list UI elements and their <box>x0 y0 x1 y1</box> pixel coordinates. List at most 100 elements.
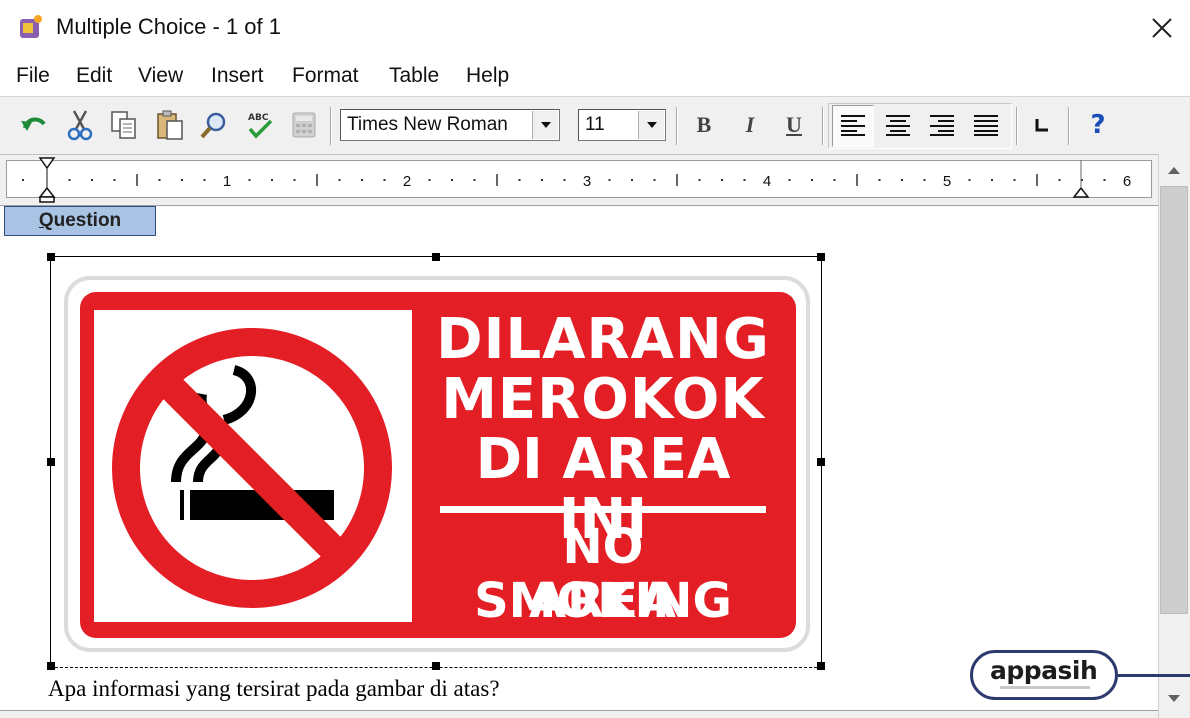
menu-bar: File Edit View Insert Format Table Help <box>0 58 1190 94</box>
app-icon <box>18 14 44 40</box>
menu-insert[interactable]: Insert <box>211 64 264 88</box>
question-tab-label: uestion <box>53 210 122 231</box>
question-text[interactable]: Apa informasi yang tersirat pada gambar … <box>48 676 500 702</box>
ruler-ticks: 1 2 3 4 5 6 <box>22 157 1131 203</box>
align-left-button[interactable] <box>835 107 871 143</box>
menu-help[interactable]: Help <box>466 64 509 88</box>
left-indent-marker[interactable] <box>39 196 55 203</box>
chevron-up-icon <box>1168 166 1180 174</box>
align-center-button[interactable] <box>880 107 916 143</box>
resize-handle[interactable] <box>47 458 55 466</box>
question-tab-accesskey: Q <box>38 210 54 231</box>
underline-label: U <box>786 112 802 137</box>
menu-edit[interactable]: Edit <box>76 64 112 88</box>
close-icon <box>1152 18 1172 38</box>
toolbar: ABC Times New Roman 11 B I U ? <box>0 96 1190 154</box>
ruler-tick <box>968 179 971 181</box>
bold-label: B <box>696 112 712 137</box>
italic-label: I <box>745 112 755 137</box>
italic-button[interactable]: I <box>732 107 768 143</box>
ruler-tick <box>631 179 633 181</box>
sign-divider <box>440 506 766 513</box>
menu-view[interactable]: View <box>138 64 183 88</box>
align-right-icon <box>930 115 954 136</box>
undo-icon <box>21 117 46 131</box>
ruler-tick <box>473 179 476 181</box>
watermark-logo: appasih <box>990 656 1098 685</box>
align-justify-icon <box>974 115 998 136</box>
chevron-down-icon <box>540 122 551 128</box>
title-bar: Multiple Choice - 1 of 1 <box>0 0 1190 56</box>
ruler-number: 5 <box>943 173 951 190</box>
align-right-button[interactable] <box>924 107 960 143</box>
chevron-down-icon <box>646 122 657 128</box>
watermark-tagline <box>1000 686 1090 689</box>
ruler-number: 1 <box>223 173 231 190</box>
hanging-indent-marker[interactable] <box>38 186 56 198</box>
tab-stop-button[interactable] <box>1024 107 1060 143</box>
ruler-tick <box>113 179 116 181</box>
resize-handle[interactable] <box>47 662 55 670</box>
font-name-select[interactable]: Times New Roman <box>340 109 560 141</box>
font-size-dropdown[interactable] <box>638 111 664 139</box>
paste-button[interactable] <box>152 107 188 143</box>
bold-button[interactable]: B <box>686 107 722 143</box>
bottom-edge <box>0 710 1158 718</box>
cut-button[interactable] <box>62 107 98 143</box>
scroll-thumb[interactable] <box>1160 186 1188 614</box>
no-smoking-icon <box>112 328 392 608</box>
ruler-tick <box>518 179 521 181</box>
ruler-tick <box>428 179 431 181</box>
copy-button[interactable] <box>106 107 142 143</box>
ruler-tick <box>1103 179 1106 181</box>
align-left-icon <box>841 115 865 136</box>
ruler-number: 2 <box>403 173 411 190</box>
resize-handle[interactable] <box>817 662 825 670</box>
ruler-tick <box>901 179 903 181</box>
ruler-tick <box>338 179 341 181</box>
resize-handle[interactable] <box>432 662 440 670</box>
close-button[interactable] <box>1140 10 1184 46</box>
resize-handle[interactable] <box>817 458 825 466</box>
ruler-tick <box>923 179 926 181</box>
right-indent-marker[interactable] <box>1072 186 1090 198</box>
help-button[interactable]: ? <box>1080 107 1116 143</box>
toolbar-separator <box>1016 107 1018 145</box>
font-size-select[interactable]: 11 <box>578 109 666 141</box>
copy-icon <box>111 111 136 139</box>
ruler-number: 4 <box>763 173 771 190</box>
calculator-button[interactable] <box>286 107 322 143</box>
resize-handle[interactable] <box>817 253 825 261</box>
justify-button[interactable] <box>968 107 1004 143</box>
ruler-tick <box>22 179 24 181</box>
magnifier-icon <box>200 112 226 139</box>
ruler-tick <box>788 179 791 181</box>
menu-file[interactable]: File <box>16 64 50 88</box>
ruler-number: 3 <box>583 173 591 190</box>
menu-table[interactable]: Table <box>389 64 439 88</box>
ruler-tick <box>878 179 881 181</box>
find-button[interactable] <box>196 107 232 143</box>
font-name-dropdown[interactable] <box>532 111 558 139</box>
question-tab[interactable]: Question <box>4 206 156 236</box>
ruler-tick <box>833 179 836 181</box>
underline-button[interactable]: U <box>776 107 812 143</box>
ruler-tick <box>271 179 273 181</box>
ruler-tick <box>1013 179 1016 181</box>
toolbar-separator <box>1068 107 1070 145</box>
resize-handle[interactable] <box>47 253 55 261</box>
resize-handle[interactable] <box>432 253 440 261</box>
undo-button[interactable] <box>16 107 52 143</box>
tab-stop-icon <box>1035 119 1048 132</box>
spellcheck-button[interactable]: ABC <box>242 107 278 143</box>
first-line-indent-marker[interactable] <box>38 157 56 170</box>
ruler-tick <box>383 179 386 181</box>
ruler-tick <box>991 179 993 181</box>
scroll-down-button[interactable] <box>1160 684 1188 712</box>
ruler-tick <box>158 179 161 181</box>
ruler-tick <box>293 179 296 181</box>
scroll-up-button[interactable] <box>1160 156 1188 184</box>
menu-format[interactable]: Format <box>292 64 359 88</box>
ruler-tick <box>1058 179 1061 181</box>
calculator-icon <box>292 112 316 138</box>
